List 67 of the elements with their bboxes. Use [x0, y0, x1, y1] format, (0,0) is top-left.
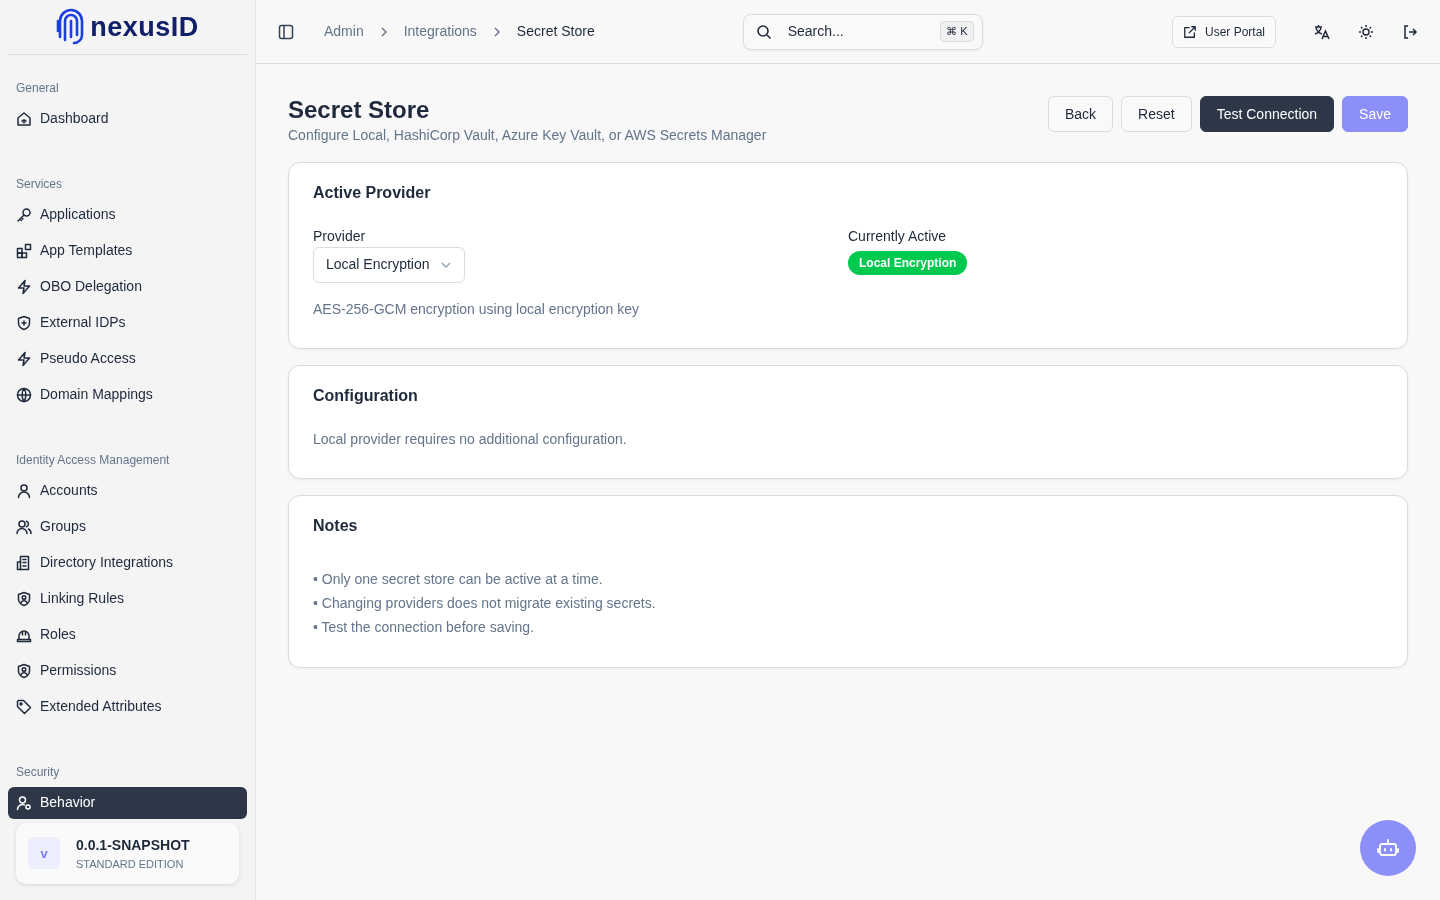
- nav-item[interactable]: Roles: [8, 618, 247, 651]
- section-heading: Identity Access Management: [15, 451, 171, 469]
- user-portal-button[interactable]: User Portal: [1171, 15, 1276, 48]
- field-label: Currently Active: [848, 227, 948, 246]
- shield-user-icon: [16, 590, 32, 607]
- tag-icon: [16, 698, 32, 715]
- blocks-icon: [16, 242, 32, 259]
- section-heading: General: [15, 79, 60, 97]
- section-heading: Security: [15, 763, 61, 781]
- external-link-icon: [1182, 24, 1197, 39]
- nav-item[interactable]: Applications: [8, 198, 247, 231]
- user-gear-icon: [16, 794, 32, 811]
- nav-item[interactable]: App Templates: [8, 234, 247, 267]
- breadcrumb-current: Secret Store: [516, 22, 595, 41]
- configuration-text: Local provider requires no additional configuration.: [313, 430, 628, 450]
- assistant-button[interactable]: [1360, 820, 1416, 876]
- users-icon: [16, 518, 32, 535]
- nav-item[interactable]: Linking Rules: [8, 582, 247, 615]
- version-number: 0.0.1-SNAPSHOT: [76, 835, 190, 855]
- note-item: • Changing providers does not migrate existing secrets.: [313, 594, 657, 614]
- chevron-down-icon: [439, 261, 452, 269]
- bolt-icon: [16, 278, 32, 295]
- shield-icon: [16, 314, 32, 331]
- page-subtitle: Configure Local, HashiCorp Vault, Azure Key Vault, or AWS Secrets Manager: [288, 125, 767, 145]
- nav-item[interactable]: Dashboard: [8, 102, 247, 135]
- brand-name: nexusID: [90, 10, 199, 44]
- chevron-icon: [379, 26, 388, 37]
- status-badge: Local Encryption: [848, 251, 968, 275]
- breadcrumb-link[interactable]: Admin: [324, 21, 364, 42]
- version-avatar: v: [28, 837, 60, 870]
- nav-item[interactable]: OBO Delegation: [8, 270, 247, 303]
- note-item: • Test the connection before saving.: [313, 618, 535, 638]
- search-icon: [755, 23, 772, 40]
- nav-item[interactable]: Directory Integrations: [8, 546, 247, 579]
- nav-item[interactable]: Pseudo Access: [8, 342, 247, 375]
- shortcut-key: ⌘ K: [940, 21, 974, 42]
- shield-user-icon: [16, 662, 32, 679]
- nav-item[interactable]: Extended Attributes: [8, 690, 247, 723]
- nav-item[interactable]: External IDPs: [8, 306, 247, 339]
- chevron-icon: [492, 26, 501, 37]
- action-button[interactable]: Back: [1047, 96, 1114, 132]
- globe-icon: [16, 386, 32, 403]
- search-field[interactable]: Search... ⌘ K: [742, 13, 983, 50]
- action-button[interactable]: Test Connection: [1199, 96, 1335, 132]
- page-title: Secret Store: [288, 96, 431, 125]
- card-title: Notes: [313, 516, 359, 536]
- edition-label: STANDARD EDITION: [76, 856, 185, 872]
- note-item: • Only one secret store can be active at a time.: [313, 570, 604, 590]
- provider-description: AES-256-GCM encryption using local encryption key: [313, 300, 641, 319]
- field-label: Provider: [313, 227, 367, 246]
- section-heading: Services: [15, 175, 63, 193]
- action-button[interactable]: Reset: [1121, 96, 1192, 132]
- provider-select[interactable]: Local Encryption: [313, 247, 465, 283]
- breadcrumb-link[interactable]: Integrations: [403, 21, 477, 42]
- nav-item[interactable]: Domain Mappings: [8, 378, 247, 411]
- nav-item[interactable]: Groups: [8, 510, 247, 543]
- bolt-icon: [16, 350, 32, 367]
- nav-item[interactable]: Permissions: [8, 654, 247, 687]
- nav-item[interactable]: Accounts: [8, 474, 247, 507]
- home-icon: [16, 110, 32, 127]
- nav-item[interactable]: Behavior: [8, 786, 247, 819]
- card-title: Active Provider: [313, 182, 432, 202]
- card-title: Configuration: [313, 386, 419, 406]
- building-icon: [16, 554, 32, 571]
- user-icon: [16, 482, 32, 499]
- robot-icon: [1377, 837, 1399, 859]
- key-icon: [16, 206, 32, 223]
